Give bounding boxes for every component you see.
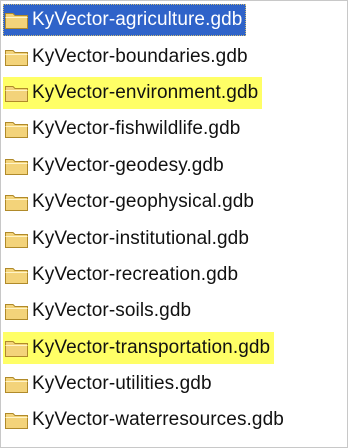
list-item-2[interactable]: KyVector-environment.gdb — [3, 75, 288, 111]
folder-icon — [5, 340, 28, 357]
folder-name: KyVector-utilities.gdb — [32, 373, 212, 395]
folder-name: KyVector-fishwildlife.gdb — [32, 118, 241, 140]
folder-entry[interactable]: KyVector-institutional.gdb — [3, 223, 253, 255]
list-item-10[interactable]: KyVector-utilities.gdb — [3, 366, 288, 402]
folder-list: KyVector-agriculture.gdb KyVector-bounda… — [3, 2, 288, 439]
folder-name: KyVector-boundaries.gdb — [32, 45, 248, 67]
folder-icon — [5, 231, 28, 248]
folder-name: KyVector-recreation.gdb — [32, 263, 239, 285]
file-list-panel: KyVector-agriculture.gdb KyVector-bounda… — [0, 0, 348, 448]
folder-entry[interactable]: KyVector-agriculture.gdb — [3, 4, 247, 37]
list-item-4[interactable]: KyVector-geodesy.gdb — [3, 148, 288, 184]
folder-entry[interactable]: KyVector-transportation.gdb — [3, 331, 275, 364]
list-item-1[interactable]: KyVector-boundaries.gdb — [3, 38, 288, 74]
folder-icon — [5, 195, 28, 212]
folder-name: KyVector-waterresources.gdb — [32, 409, 284, 431]
folder-entry[interactable]: KyVector-utilities.gdb — [3, 368, 216, 400]
list-item-5[interactable]: KyVector-geophysical.gdb — [3, 184, 288, 220]
folder-icon — [5, 122, 28, 139]
folder-entry[interactable]: KyVector-soils.gdb — [3, 295, 195, 327]
list-item-0[interactable]: KyVector-agriculture.gdb — [3, 2, 288, 38]
folder-name: KyVector-environment.gdb — [32, 81, 259, 103]
folder-name: KyVector-agriculture.gdb — [32, 9, 243, 31]
folder-entry[interactable]: KyVector-fishwildlife.gdb — [3, 113, 244, 145]
list-item-3[interactable]: KyVector-fishwildlife.gdb — [3, 111, 288, 147]
folder-name: KyVector-geodesy.gdb — [32, 154, 224, 176]
list-item-11[interactable]: KyVector-waterresources.gdb — [3, 402, 288, 438]
folder-entry[interactable]: KyVector-waterresources.gdb — [3, 404, 288, 436]
folder-icon — [5, 13, 28, 30]
folder-icon — [5, 267, 28, 284]
list-item-6[interactable]: KyVector-institutional.gdb — [3, 220, 288, 256]
folder-entry[interactable]: KyVector-recreation.gdb — [3, 259, 242, 291]
folder-icon — [5, 49, 28, 66]
folder-name: KyVector-geophysical.gdb — [32, 191, 255, 213]
list-item-9[interactable]: KyVector-transportation.gdb — [3, 330, 288, 366]
folder-icon — [5, 85, 28, 102]
folder-name: KyVector-institutional.gdb — [32, 227, 249, 249]
list-item-7[interactable]: KyVector-recreation.gdb — [3, 257, 288, 293]
folder-icon — [5, 304, 28, 321]
folder-name: KyVector-soils.gdb — [32, 300, 192, 322]
folder-entry[interactable]: KyVector-environment.gdb — [3, 76, 263, 109]
folder-name: KyVector-transportation.gdb — [32, 336, 271, 358]
folder-icon — [5, 377, 28, 394]
folder-entry[interactable]: KyVector-boundaries.gdb — [3, 41, 252, 73]
list-item-8[interactable]: KyVector-soils.gdb — [3, 293, 288, 329]
folder-icon — [5, 158, 28, 175]
folder-entry[interactable]: KyVector-geodesy.gdb — [3, 150, 228, 182]
folder-icon — [5, 413, 28, 430]
folder-entry[interactable]: KyVector-geophysical.gdb — [3, 186, 258, 218]
